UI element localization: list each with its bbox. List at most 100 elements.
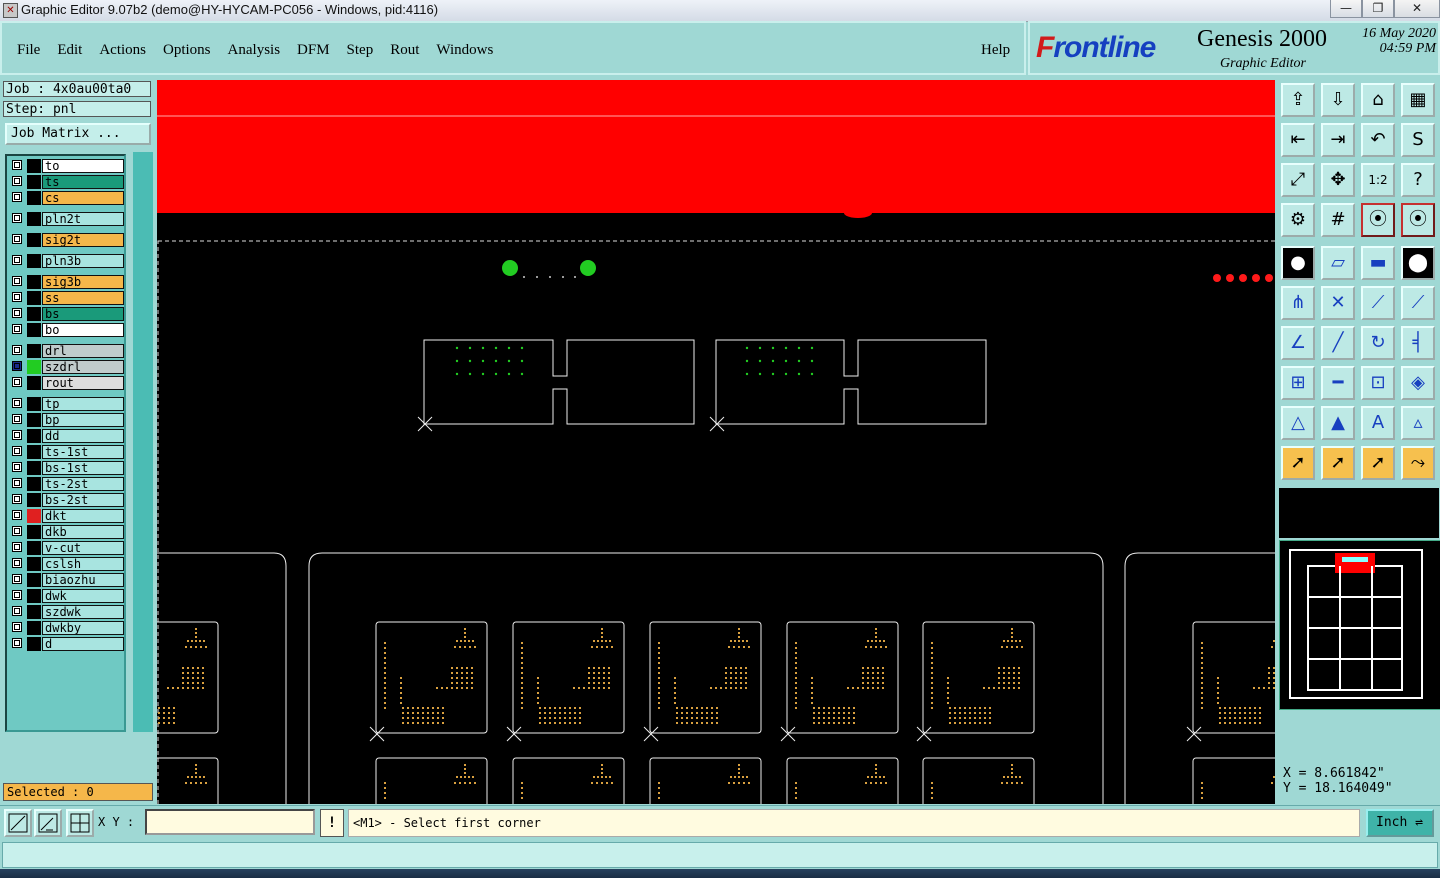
layer-row-sig3b[interactable]: sig3b [9,275,125,289]
undo-redo-button[interactable]: ↶ [1361,123,1395,157]
minimize-button[interactable]: — [1330,0,1362,18]
layer-color-swatch[interactable] [27,291,41,305]
layer-color-swatch[interactable] [27,323,41,337]
layer-row-dwk[interactable]: dwk [9,589,125,603]
layer-name[interactable]: d [42,637,124,651]
layer-name[interactable]: ts-1st [42,445,124,459]
layer-checkbox[interactable] [12,292,22,302]
layer-checkbox[interactable] [12,398,22,408]
layer-checkbox[interactable] [12,590,22,600]
menu-edit[interactable]: Edit [57,42,82,59]
layer-color-swatch[interactable] [27,573,41,587]
split-button[interactable]: ╡ [1401,326,1435,360]
diagonal-line-button[interactable]: ╱ [1321,326,1355,360]
pointer-route-button[interactable]: ⤳ [1401,446,1435,480]
layer-color-swatch[interactable] [27,557,41,571]
layer-row-szdwk[interactable]: szdwk [9,605,125,619]
layer-row-bs[interactable]: bs [9,307,125,321]
menu-analysis[interactable]: Analysis [228,42,281,59]
layer-checkbox[interactable] [12,414,22,424]
layer-name[interactable]: biaozhu [42,573,124,587]
layer-checkbox[interactable] [12,606,22,616]
zoom-center-button[interactable]: ✥ [1321,163,1355,197]
zoom-fit-button[interactable]: ⤢ [1281,163,1315,197]
layer-row-cslsh[interactable]: cslsh [9,557,125,571]
layer-checkbox[interactable] [12,622,22,632]
layer-color-swatch[interactable] [27,541,41,555]
layer-color-swatch[interactable] [27,212,41,226]
resize-button[interactable]: ⊡ [1361,366,1395,400]
window-layout-button[interactable]: ▦ [1401,83,1435,117]
layer-checkbox[interactable] [12,510,22,520]
layer-row-ss[interactable]: ss [9,291,125,305]
layer-checkbox[interactable] [12,430,22,440]
layer-color-swatch[interactable] [27,191,41,205]
layer-color-swatch[interactable] [27,233,41,247]
layer-row-ts-1st[interactable]: ts-1st [9,445,125,459]
layer-name[interactable]: dkb [42,525,124,539]
layer-color-swatch[interactable] [27,413,41,427]
cross-button[interactable]: ✕ [1321,286,1355,320]
layer-name[interactable]: sig2t [42,233,124,247]
layer-checkbox[interactable] [12,494,22,504]
layer-checkbox[interactable] [12,276,22,286]
shapes-button[interactable]: ◈ [1401,366,1435,400]
layer-checkbox[interactable] [12,234,22,244]
move-node-button[interactable]: ⊞ [1281,366,1315,400]
job-matrix-button[interactable]: Job Matrix ... [5,123,151,145]
triangle-button[interactable]: △ [1281,406,1315,440]
layer-row-v-cut[interactable]: v-cut [9,541,125,555]
units-selector[interactable]: Inch ⇌ [1366,809,1434,837]
layer-color-swatch[interactable] [27,344,41,358]
layer-name[interactable]: ss [42,291,124,305]
layer-name[interactable]: v-cut [42,541,124,555]
layer-color-swatch[interactable] [27,445,41,459]
layer-color-swatch[interactable] [27,360,41,374]
layer-checkbox[interactable] [12,446,22,456]
layer-color-swatch[interactable] [27,605,41,619]
circle-pad-button[interactable]: ⬤ [1401,246,1435,280]
layer-checkbox[interactable] [12,478,22,488]
layer-name[interactable]: szdwk [42,605,124,619]
layer-row-ts[interactable]: ts [9,175,125,189]
grid-snap-button[interactable] [66,809,94,837]
layer-row-cs[interactable]: cs [9,191,125,205]
grid-button[interactable]: # [1321,203,1355,237]
layer-name[interactable]: cslsh [42,557,124,571]
step-right-button[interactable]: ⇥ [1321,123,1355,157]
layer-row-d[interactable]: d [9,637,125,651]
layer-row-szdrl[interactable]: szdrl [9,360,125,374]
line-node-button[interactable]: ⟋ [1361,286,1395,320]
layer-color-swatch[interactable] [27,307,41,321]
layer-name[interactable]: dd [42,429,124,443]
xy-input[interactable] [145,809,315,835]
layer-name[interactable]: bp [42,413,124,427]
layer-checkbox[interactable] [12,377,22,387]
layer-name[interactable]: ts-2st [42,477,124,491]
pointer-button[interactable]: ➚ [1281,446,1315,480]
zoom-box-button[interactable] [4,809,32,837]
layer-row-bs-2st[interactable]: bs-2st [9,493,125,507]
layer-name[interactable]: bs-2st [42,493,124,507]
line-node-2-button[interactable]: ⟋ [1401,286,1435,320]
home-button[interactable]: ⌂ [1361,83,1395,117]
menu-actions[interactable]: Actions [99,42,146,59]
layer-color-swatch[interactable] [27,376,41,390]
panel-overview[interactable] [1279,540,1440,710]
scale-1-2-button[interactable]: 1:2 [1361,163,1395,197]
layer-row-dkb[interactable]: dkb [9,525,125,539]
panel-down-button[interactable]: ⇩ [1321,83,1355,117]
layer-checkbox[interactable] [12,160,22,170]
layer-checkbox[interactable] [12,574,22,584]
layer-name[interactable]: pln2t [42,212,124,226]
close-button[interactable]: ✕ [1394,0,1440,18]
layer-checkbox[interactable] [12,345,22,355]
layer-row-bp[interactable]: bp [9,413,125,427]
layer-checkbox[interactable] [12,361,22,371]
layer-row-pln2t[interactable]: pln2t [9,212,125,226]
layer-row-ts-2st[interactable]: ts-2st [9,477,125,491]
menu-rout[interactable]: Rout [390,42,419,59]
layer-row-bo[interactable]: bo [9,323,125,337]
triangle-up-button[interactable]: ▲ [1321,406,1355,440]
settings-button[interactable]: ⚙ [1281,203,1315,237]
